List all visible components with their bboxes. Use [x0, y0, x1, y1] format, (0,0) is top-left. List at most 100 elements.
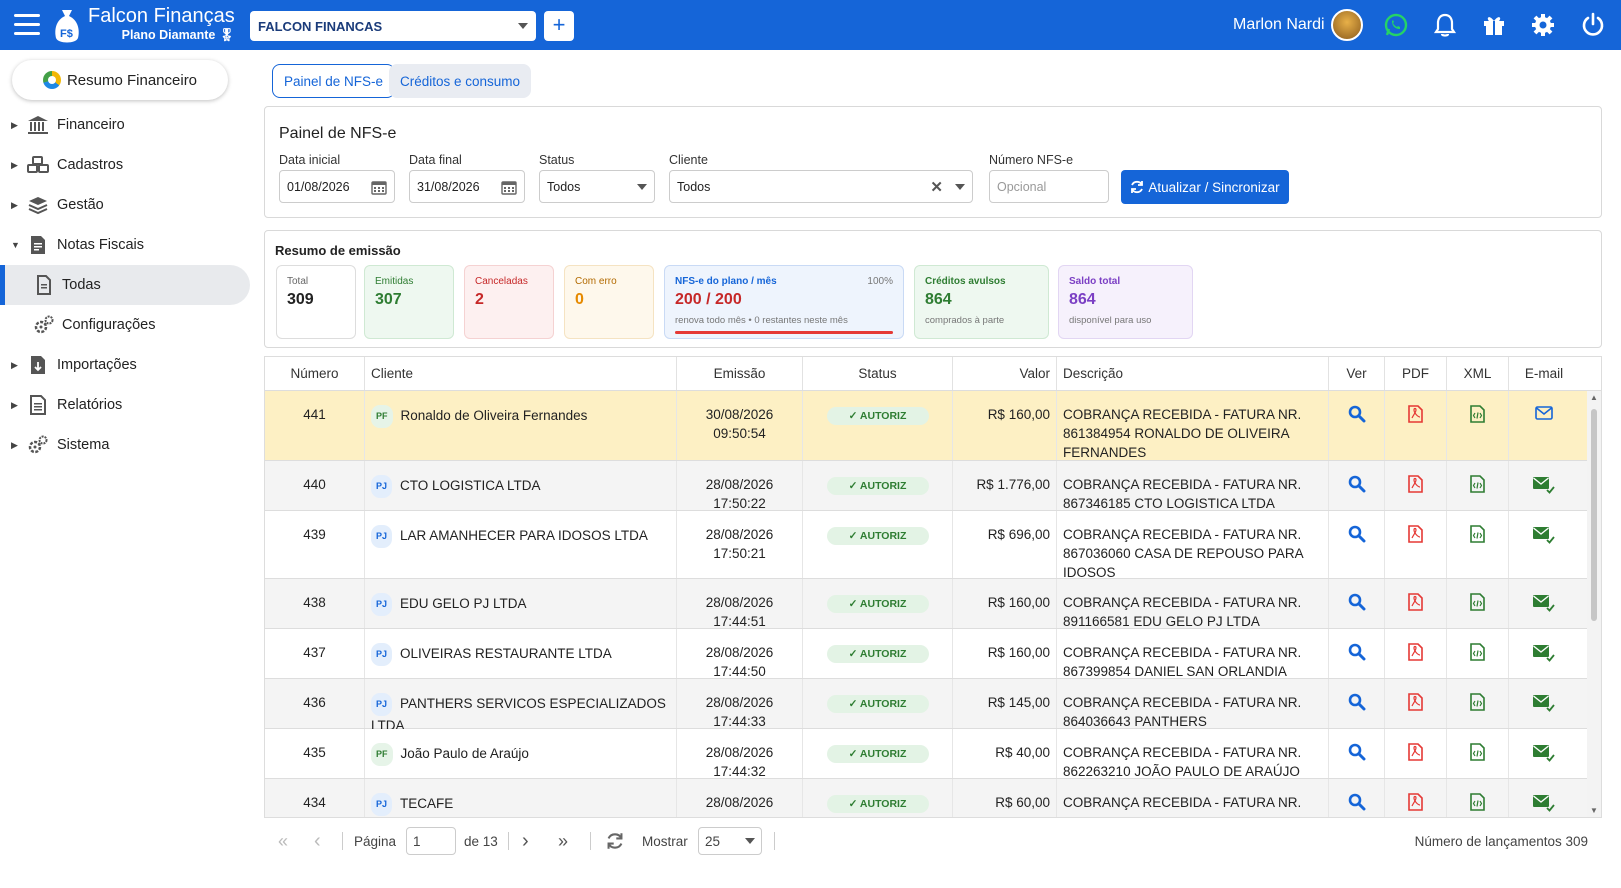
add-company-button[interactable]: +: [544, 11, 574, 41]
tab-painel-nfse[interactable]: Painel de NFS-e: [272, 64, 396, 98]
col-cliente[interactable]: Cliente: [365, 357, 677, 390]
search-icon[interactable]: [1348, 693, 1366, 716]
company-select[interactable]: FALCON FINANCAS: [250, 11, 536, 41]
sidebar-item-notas-fiscais[interactable]: ▼ Notas Fiscais: [0, 225, 250, 265]
table-scrollbar[interactable]: ▲ ▼: [1587, 391, 1601, 817]
email-icon[interactable]: [1535, 406, 1553, 425]
pdf-icon[interactable]: [1408, 643, 1423, 666]
emissao-date: 28/08/2026: [705, 745, 774, 760]
search-icon[interactable]: [1348, 643, 1366, 666]
calendar-icon[interactable]: [501, 179, 517, 195]
status-select[interactable]: Todos: [539, 170, 655, 203]
power-icon[interactable]: [1580, 12, 1606, 38]
tab-creditos-consumo[interactable]: Créditos e consumo: [389, 64, 532, 98]
scroll-up-icon[interactable]: ▲: [1590, 393, 1598, 402]
pdf-icon[interactable]: [1408, 525, 1423, 548]
scroll-down-icon[interactable]: ▼: [1590, 806, 1598, 815]
col-descricao[interactable]: Descrição: [1057, 357, 1329, 390]
page-input[interactable]: 1: [406, 827, 456, 855]
table-row[interactable]: 436 PJ PANTHERS SERVICOS ESPECIALIZADOS LT…: [265, 679, 1587, 733]
col-status[interactable]: Status: [803, 357, 953, 390]
cell-status: ✓ AUTORIZ: [803, 729, 953, 778]
pdf-icon[interactable]: [1408, 475, 1423, 498]
sidebar-item-configuracoes[interactable]: Configurações: [0, 305, 250, 345]
avatar[interactable]: [1331, 9, 1363, 41]
cliente-select[interactable]: Todos ✕: [669, 170, 973, 203]
first-page-icon[interactable]: «: [278, 820, 288, 862]
email-sent-icon[interactable]: [1532, 693, 1556, 718]
xml-icon[interactable]: [1470, 525, 1485, 548]
chevron-right-icon: ▶: [11, 439, 18, 450]
clear-icon[interactable]: ✕: [930, 178, 943, 196]
pdf-icon[interactable]: [1408, 593, 1423, 616]
search-icon[interactable]: [1348, 793, 1366, 816]
search-icon[interactable]: [1348, 475, 1366, 498]
email-sent-icon[interactable]: [1532, 743, 1556, 768]
cell-pdf: [1385, 629, 1447, 678]
prev-page-icon[interactable]: ‹: [314, 820, 321, 862]
cell-numero: 440: [265, 461, 365, 510]
xml-icon[interactable]: [1470, 793, 1485, 816]
xml-icon[interactable]: [1470, 405, 1485, 428]
gift-icon[interactable]: [1481, 12, 1507, 38]
table-row[interactable]: 438 PJ EDU GELO PJ LTDA 28/08/2026 17:44:51 ✓…: [265, 579, 1587, 629]
resumo-financeiro-button[interactable]: Resumo Financeiro: [12, 60, 228, 100]
search-icon[interactable]: [1348, 593, 1366, 616]
xml-icon[interactable]: [1470, 743, 1485, 766]
search-icon[interactable]: [1348, 405, 1366, 428]
sidebar-item-todas[interactable]: Todas: [0, 265, 250, 305]
xml-icon[interactable]: [1470, 475, 1485, 498]
table-row[interactable]: 440 PJ CTO LOGISTICA LTDA 28/08/2026 17:50:2…: [265, 461, 1587, 511]
numero-nfse-input[interactable]: Opcional: [989, 170, 1109, 203]
cell-valor: R$ 60,00: [953, 779, 1057, 817]
email-sent-icon[interactable]: [1532, 793, 1556, 817]
table-row[interactable]: 435 PF João Paulo de Araújo 28/08/2026 17:44…: [265, 729, 1587, 779]
sidebar-item-cadastros[interactable]: ▶ Cadastros: [0, 145, 250, 185]
xml-icon[interactable]: [1470, 593, 1485, 616]
email-sent-icon[interactable]: [1532, 593, 1556, 618]
whatsapp-icon[interactable]: [1383, 12, 1409, 38]
col-emissao[interactable]: Emissão: [677, 357, 803, 390]
sidebar-item-relatorios[interactable]: ▶ Relatórios: [0, 385, 250, 425]
search-icon[interactable]: [1348, 525, 1366, 548]
xml-icon[interactable]: [1470, 693, 1485, 716]
calendar-icon[interactable]: [371, 179, 387, 195]
next-page-icon[interactable]: ›: [522, 820, 529, 862]
pdf-icon[interactable]: [1408, 743, 1423, 766]
cell-status: ✓ AUTORIZ: [803, 579, 953, 628]
sync-button[interactable]: Atualizar / Sincronizar: [1121, 170, 1289, 204]
page-size-select[interactable]: 25: [698, 827, 762, 855]
last-page-icon[interactable]: »: [558, 820, 568, 862]
table-row[interactable]: 437 PJ OLIVEIRAS RESTAURANTE LTDA 28/08/202…: [265, 629, 1587, 679]
menu-icon[interactable]: [14, 14, 40, 36]
gear-icon[interactable]: [1530, 12, 1556, 38]
pdf-icon[interactable]: [1408, 405, 1423, 428]
cell-ver: [1329, 579, 1385, 628]
sidebar-item-importacoes[interactable]: ▶ Importações: [0, 345, 250, 385]
col-valor[interactable]: Valor: [953, 357, 1057, 390]
email-sent-icon[interactable]: [1532, 475, 1556, 500]
xml-icon[interactable]: [1470, 643, 1485, 666]
table-row[interactable]: 441 PF Ronaldo de Oliveira Fernandes 30/08/…: [265, 391, 1587, 461]
sidebar-item-financeiro[interactable]: ▶ Financeiro: [0, 105, 250, 145]
sidebar-item-gestao[interactable]: ▶ Gestão: [0, 185, 250, 225]
table-row[interactable]: 439 PJ LAR AMANHECER PARA IDOSOS LTDA 28/08…: [265, 511, 1587, 580]
data-inicial-field[interactable]: 01/08/2026: [279, 170, 395, 203]
user-name[interactable]: Marlon Nardi: [1233, 16, 1325, 34]
col-numero[interactable]: Número: [265, 357, 365, 390]
data-final-field[interactable]: 31/08/2026: [409, 170, 525, 203]
pdf-icon[interactable]: [1408, 693, 1423, 716]
cell-email: [1509, 779, 1579, 817]
file-import-icon: [31, 356, 45, 374]
bell-icon[interactable]: [1432, 12, 1458, 38]
sidebar-item-sistema[interactable]: ▶ Sistema: [0, 425, 250, 465]
pdf-icon[interactable]: [1408, 793, 1423, 816]
table-row[interactable]: 434 PJ TECAFE INCORPORACOES,CONSTRUCOES E 2…: [265, 779, 1587, 817]
scroll-thumb[interactable]: [1591, 409, 1597, 621]
email-sent-icon[interactable]: [1532, 525, 1556, 550]
client-type-badge: PJ: [371, 525, 393, 548]
pager-refresh-button[interactable]: [606, 820, 624, 862]
chevron-down-icon: ▼: [11, 240, 20, 250]
search-icon[interactable]: [1348, 743, 1366, 766]
email-sent-icon[interactable]: [1532, 643, 1556, 668]
